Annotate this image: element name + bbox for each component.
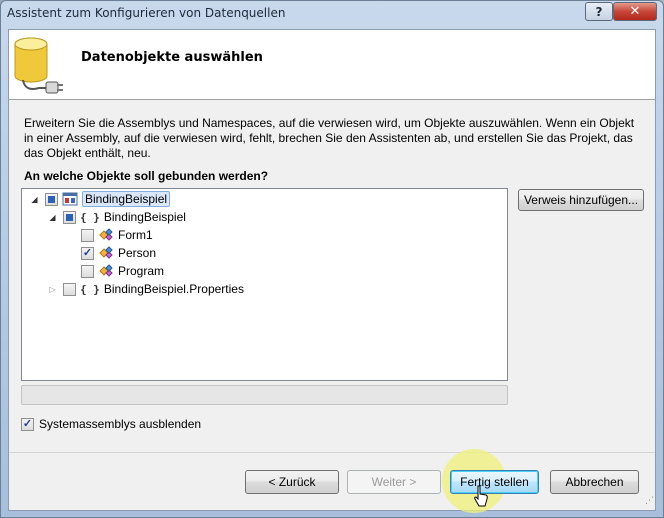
expand-arrow-icon[interactable]: ▷ bbox=[48, 285, 57, 294]
tree-checkbox[interactable] bbox=[45, 192, 58, 206]
tree-node-label: Form1 bbox=[118, 228, 153, 242]
close-icon: ✕ bbox=[629, 4, 641, 19]
cancel-button[interactable]: Abbrechen bbox=[550, 470, 639, 494]
tree-node-label: BindingBeispiel bbox=[103, 210, 186, 224]
collapse-arrow-icon[interactable]: ◢ bbox=[48, 213, 57, 222]
tree-node-namespace[interactable]: ▷ { } BindingBeispiel.Properties bbox=[48, 280, 244, 298]
wizard-client-area: Datenobjekte auswählen Erweitern Sie die… bbox=[8, 29, 656, 513]
namespace-icon: { } bbox=[80, 282, 100, 296]
tree-node-class[interactable]: Form1 bbox=[81, 226, 153, 244]
class-icon bbox=[99, 228, 113, 241]
class-icon bbox=[99, 246, 113, 259]
tree-checkbox[interactable] bbox=[81, 246, 94, 260]
class-icon bbox=[99, 264, 113, 277]
tree-node-assembly[interactable]: ◢ BindingBeispiel bbox=[30, 190, 171, 208]
database-plug-icon bbox=[14, 37, 63, 94]
tree-prompt-label: An welche Objekte soll gebunden werden? bbox=[24, 169, 269, 183]
tree-checkbox[interactable] bbox=[81, 228, 94, 242]
tree-checkbox[interactable] bbox=[63, 282, 76, 296]
help-button[interactable]: ? bbox=[585, 2, 613, 21]
hide-system-assemblies-checkbox[interactable] bbox=[21, 417, 34, 431]
add-reference-button[interactable]: Verweis hinzufügen... bbox=[518, 189, 644, 211]
namespace-icon: { } bbox=[80, 210, 100, 224]
tree-node-label: BindingBeispiel.Properties bbox=[103, 282, 244, 296]
close-button[interactable]: ✕ bbox=[613, 2, 657, 21]
collapse-arrow-icon[interactable]: ◢ bbox=[30, 195, 39, 204]
title-bar[interactable]: Assistent zum Konfigurieren von Datenque… bbox=[1, 1, 663, 27]
resize-grip-icon[interactable]: ⋰ bbox=[645, 496, 654, 506]
progress-bar bbox=[21, 385, 508, 405]
object-tree-view[interactable]: ◢ BindingBeispiel ◢ { } BindingBeispiel bbox=[21, 188, 508, 381]
tree-node-label: BindingBeispiel bbox=[82, 191, 171, 207]
tree-checkbox[interactable] bbox=[63, 210, 76, 224]
assembly-icon bbox=[62, 192, 78, 206]
mouse-pointer-icon bbox=[474, 485, 488, 507]
tree-node-class[interactable]: Person bbox=[81, 244, 156, 262]
tree-node-label: Program bbox=[118, 264, 165, 278]
finish-button[interactable]: Fertig stellen bbox=[450, 470, 539, 494]
back-button[interactable]: < Zurück bbox=[245, 470, 339, 494]
window-title: Assistent zum Konfigurieren von Datenque… bbox=[7, 6, 286, 20]
wizard-header: Datenobjekte auswählen bbox=[9, 30, 655, 100]
page-title: Datenobjekte auswählen bbox=[81, 50, 263, 65]
footer-separator bbox=[9, 452, 655, 453]
hide-system-assemblies-option[interactable]: Systemassemblys ausblenden bbox=[21, 417, 201, 431]
tree-node-label: Person bbox=[118, 246, 157, 260]
tree-node-namespace[interactable]: ◢ { } BindingBeispiel bbox=[48, 208, 186, 226]
help-icon: ? bbox=[595, 4, 603, 19]
hide-system-assemblies-label: Systemassemblys ausblenden bbox=[39, 417, 202, 431]
tree-node-class[interactable]: Program bbox=[81, 262, 164, 280]
instructions-text: Erweitern Sie die Assemblys und Namespac… bbox=[24, 116, 635, 160]
next-button[interactable]: Weiter > bbox=[347, 470, 441, 494]
wizard-window: Assistent zum Konfigurieren von Datenque… bbox=[0, 0, 664, 518]
tree-checkbox[interactable] bbox=[81, 264, 94, 278]
